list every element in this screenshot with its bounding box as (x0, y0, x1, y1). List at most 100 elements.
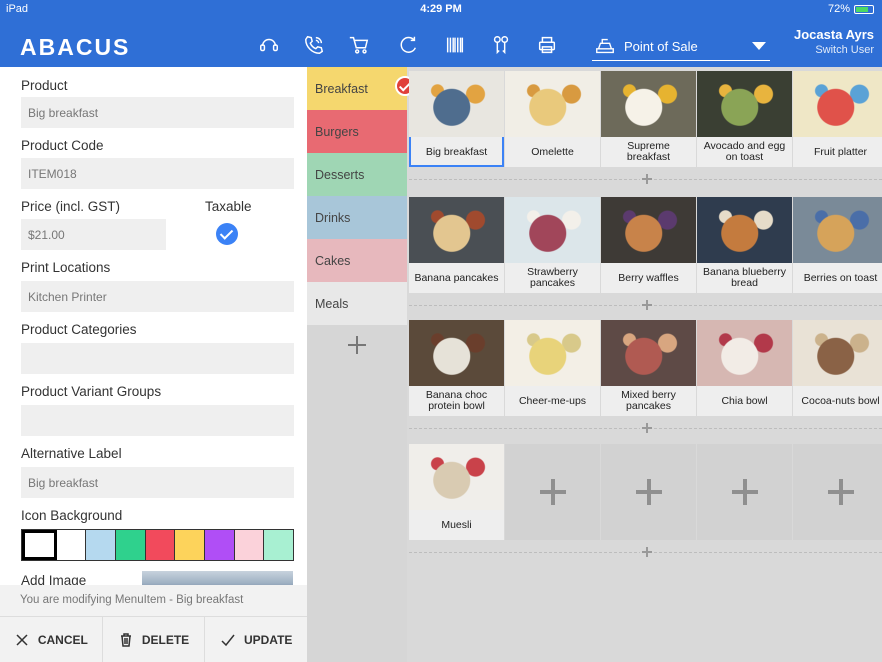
color-swatch[interactable] (205, 530, 235, 560)
update-button[interactable]: UPDATE (205, 617, 307, 662)
mode-select[interactable]: Point of Sale (592, 33, 770, 61)
price-input[interactable]: $21.00 (21, 219, 166, 250)
add-item-tile[interactable] (793, 444, 882, 540)
variant-groups-input[interactable] (21, 405, 294, 436)
color-swatch[interactable] (234, 530, 265, 560)
color-swatch[interactable] (56, 530, 87, 560)
plus-icon (732, 479, 758, 505)
category-label: Burgers (315, 125, 359, 139)
color-swatch[interactable] (86, 530, 117, 560)
menu-row: Banana pancakes Strawberry pancakes Berry … (409, 197, 882, 293)
category-list: Breakfast Burgers Desserts Drinks Cakes Meals (307, 67, 415, 662)
cart-icon[interactable] (347, 33, 371, 57)
close-icon (16, 633, 28, 646)
category-label: Breakfast (315, 82, 368, 96)
add-row-item-icon[interactable] (640, 172, 654, 186)
menu-item-label: Avocado and egg on toast (703, 140, 786, 163)
keys-icon[interactable] (489, 33, 513, 57)
menu-item-tile[interactable]: Omelette (505, 71, 600, 167)
add-item-tile[interactable] (601, 444, 696, 540)
menu-item-tile[interactable]: Cheer-me-ups (505, 320, 600, 416)
menu-item-tile[interactable]: Fruit platter (793, 71, 882, 167)
menu-item-tile[interactable]: Banana blueberry bread (697, 197, 792, 293)
menu-item-tile[interactable]: Avocado and egg on toast (697, 71, 792, 167)
category-item[interactable]: Drinks (307, 196, 407, 239)
menu-item-tile[interactable]: Banana pancakes (409, 197, 504, 293)
food-photo (505, 320, 600, 386)
category-label: Drinks (315, 211, 351, 225)
print-locations-label: Print Locations (21, 260, 111, 275)
action-bar: CANCEL DELETE UPDATE (0, 616, 307, 662)
cancel-label: CANCEL (37, 632, 88, 647)
menu-row: Muesli (409, 444, 882, 540)
add-row-item-icon[interactable] (640, 421, 654, 435)
delete-button[interactable]: DELETE (103, 617, 206, 662)
food-photo (697, 320, 792, 386)
phone-icon[interactable] (302, 33, 326, 57)
food-photo (601, 320, 696, 386)
add-row-item-icon[interactable] (640, 545, 654, 559)
status-bar: iPad 4:29 PM 72% (0, 0, 882, 20)
variant-groups-label: Product Variant Groups (21, 384, 162, 399)
add-row-item-icon[interactable] (640, 298, 654, 312)
plus-icon (636, 479, 662, 505)
food-photo (409, 320, 504, 386)
menu-item-label: Banana choc protein bowl (425, 389, 488, 412)
menu-item-label: Omelette (531, 145, 574, 158)
menu-item-label: Muesli (441, 518, 472, 531)
headset-icon[interactable] (257, 33, 281, 57)
user-menu[interactable]: Jocasta Ayrs Switch User (794, 27, 874, 56)
cancel-button[interactable]: CANCEL (0, 617, 103, 662)
add-item-tile[interactable] (505, 444, 600, 540)
category-item[interactable]: Desserts (307, 153, 407, 196)
food-photo (505, 71, 600, 137)
alternative-label-input[interactable]: Big breakfast (21, 467, 294, 498)
menu-item-label: Banana pancakes (414, 271, 499, 284)
product-code-input[interactable]: ITEM018 (21, 158, 294, 189)
category-item[interactable]: Meals (307, 282, 407, 325)
menu-item-tile[interactable]: Mixed berry pancakes (601, 320, 696, 416)
menu-item-tile[interactable]: Cocoa-nuts bowl (793, 320, 882, 416)
mode-select-value: Point of Sale (624, 39, 698, 54)
product-categories-input[interactable] (21, 343, 294, 374)
color-swatch[interactable] (175, 530, 206, 560)
category-item[interactable]: Cakes (307, 239, 407, 282)
menu-item-label: Mixed berry pancakes (621, 389, 676, 412)
menu-item-label: Strawberry pancakes (527, 266, 578, 289)
category-item[interactable]: Breakfast (307, 67, 415, 110)
food-photo (409, 444, 504, 510)
color-swatch[interactable] (22, 530, 57, 560)
menu-item-tile[interactable]: Big breakfast (409, 71, 504, 167)
menu-item-tile[interactable]: Berry waffles (601, 197, 696, 293)
menu-item-tile[interactable]: Supreme breakfast (601, 71, 696, 167)
menu-item-tile[interactable]: Strawberry pancakes (505, 197, 600, 293)
add-item-tile[interactable] (697, 444, 792, 540)
plus-icon (828, 479, 854, 505)
menu-row: Banana choc protein bowl Cheer-me-ups Mixe… (409, 320, 882, 416)
switch-user-link[interactable]: Switch User (794, 44, 874, 56)
barcode-icon[interactable] (443, 33, 467, 57)
menu-item-label: Cheer-me-ups (518, 394, 587, 407)
alternative-label-label: Alternative Label (21, 446, 122, 461)
food-photo (697, 71, 792, 137)
food-photo (409, 71, 504, 137)
food-photo (793, 197, 882, 263)
product-input[interactable]: Big breakfast (21, 97, 294, 128)
add-category-icon[interactable] (342, 330, 372, 360)
plus-icon (540, 479, 566, 505)
refresh-icon[interactable] (396, 33, 420, 57)
food-photo (793, 71, 882, 137)
color-swatch[interactable] (264, 530, 294, 560)
menu-item-tile[interactable]: Chia bowl (697, 320, 792, 416)
menu-item-tile[interactable]: Berries on toast (793, 197, 882, 293)
category-item[interactable]: Burgers (307, 110, 407, 153)
taxable-checkbox[interactable] (216, 223, 238, 245)
color-swatch[interactable] (116, 530, 146, 560)
menu-item-label: Berry waffles (618, 271, 679, 284)
printer-icon[interactable] (535, 33, 559, 57)
food-photo (505, 197, 600, 263)
color-swatch[interactable] (145, 530, 176, 560)
print-locations-input[interactable]: Kitchen Printer (21, 281, 294, 312)
menu-item-tile[interactable]: Banana choc protein bowl (409, 320, 504, 416)
menu-item-tile[interactable]: Muesli (409, 444, 504, 540)
